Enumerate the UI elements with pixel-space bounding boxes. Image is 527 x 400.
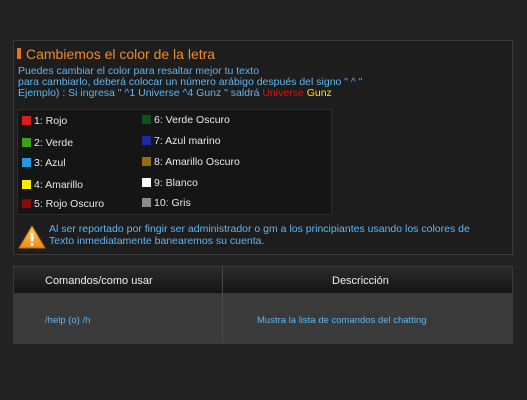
- warning-text: Al ser reportado por fingir ser administ…: [49, 223, 470, 247]
- color-item-3: 3: Azul: [22, 156, 66, 170]
- intro-line-3: Ejemplo) : Si ingresa " ^1 Universe ^4 G…: [18, 88, 508, 99]
- section-title: Cambiemos el color de la letra: [17, 46, 215, 62]
- table-row: /help (o) /h Mustra la lista de comandos…: [14, 294, 512, 343]
- color-swatch: [142, 115, 151, 124]
- warning-line-2: Texto inmediatamente banearemos su cuent…: [49, 234, 265, 247]
- color-item-7: 7: Azul marino: [142, 134, 221, 148]
- color-swatch: [22, 116, 31, 125]
- description-cell: Mustra la lista de comandos del chatting: [257, 315, 427, 326]
- color-item-2: 2: Verde: [22, 136, 73, 150]
- example-red-text: Universe: [262, 87, 304, 99]
- color-item-10: 10: Gris: [142, 196, 191, 210]
- commands-table-header: Comandos/como usar Descricción: [14, 267, 512, 294]
- column-header-commands: Comandos/como usar: [45, 275, 153, 287]
- example-yellow-text: Gunz: [306, 87, 332, 99]
- column-divider: [222, 267, 223, 343]
- color-swatch: [142, 136, 151, 145]
- color-label: 3: Azul: [34, 157, 66, 169]
- color-item-6: 6: Verde Oscuro: [142, 113, 230, 127]
- color-label: 5: Rojo Oscuro: [34, 198, 105, 210]
- color-swatch: [22, 199, 31, 208]
- color-label: 4: Amarillo: [34, 179, 84, 191]
- color-item-5: 5: Rojo Oscuro: [22, 197, 104, 211]
- commands-table: Comandos/como usar Descricción /help (o)…: [13, 266, 513, 344]
- color-label: 7: Azul marino: [154, 135, 221, 147]
- column-header-description: Descricción: [332, 275, 389, 287]
- color-swatch: [142, 178, 151, 187]
- color-section: Cambiemos el color de la letra Puedes ca…: [13, 40, 513, 255]
- color-label: 10: Gris: [154, 197, 191, 209]
- title-bar-marker: [17, 48, 21, 59]
- color-item-1: 1: Rojo: [22, 114, 67, 128]
- color-label: 8: Amarillo Oscuro: [154, 156, 240, 168]
- color-list: 1: Rojo 2: Verde 3: Azul 4: Amarillo 5: …: [17, 109, 332, 215]
- intro-text: Puedes cambiar el color para resaltar me…: [18, 66, 508, 99]
- warning-line-1: Al ser reportado por fingir ser administ…: [49, 223, 470, 235]
- color-swatch: [22, 138, 31, 147]
- color-swatch: [22, 180, 31, 189]
- section-title-text: Cambiemos el color de la letra: [26, 46, 216, 62]
- intro-line-3-prefix: Ejemplo) : Si ingresa " ^1 Universe ^4 G…: [18, 87, 263, 99]
- color-label: 1: Rojo: [34, 115, 68, 127]
- color-label: 9: Blanco: [154, 177, 198, 189]
- warning-triangle-icon: [18, 225, 46, 249]
- color-item-8: 8: Amarillo Oscuro: [142, 155, 240, 169]
- color-label: 2: Verde: [34, 137, 74, 149]
- color-item-4: 4: Amarillo: [22, 178, 83, 192]
- color-item-9: 9: Blanco: [142, 176, 198, 190]
- color-swatch: [142, 198, 151, 207]
- command-cell: /help (o) /h: [45, 315, 91, 326]
- color-swatch: [22, 158, 31, 167]
- color-label: 6: Verde Oscuro: [154, 114, 230, 126]
- color-swatch: [142, 157, 151, 166]
